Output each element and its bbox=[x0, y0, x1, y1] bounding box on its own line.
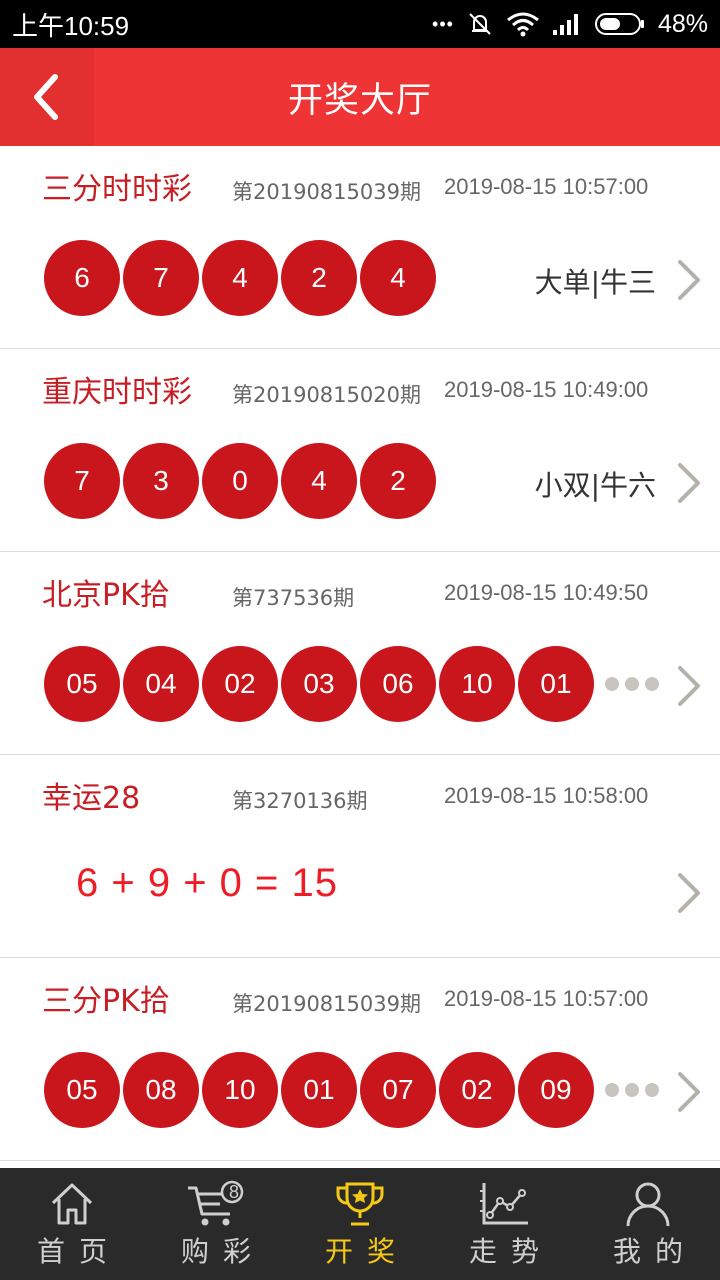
battery-level: 48% bbox=[657, 9, 708, 38]
result-ball: 6 bbox=[44, 240, 120, 316]
lottery-time: 2019-08-15 10:57:00 bbox=[444, 174, 649, 199]
more-dots-icon bbox=[605, 677, 659, 691]
ball-row: 05 08 10 01 07 02 09 bbox=[44, 1052, 659, 1128]
tab-label: 开奖 bbox=[324, 1235, 409, 1268]
lottery-issue: 第3270136期 bbox=[232, 789, 368, 813]
result-ball: 7 bbox=[123, 240, 199, 316]
tab-mine[interactable]: 我的 bbox=[576, 1168, 720, 1280]
tab-home[interactable]: 首页 bbox=[0, 1168, 144, 1280]
result-equation: 6 + 9 + 0 = 15 bbox=[76, 861, 338, 905]
lottery-card-lucky28[interactable]: 幸运28 第3270136期 2019-08-15 10:58:00 6 + 9… bbox=[0, 755, 720, 958]
trophy-icon bbox=[336, 1182, 384, 1226]
tab-label: 购彩 bbox=[180, 1235, 265, 1268]
wifi-icon bbox=[506, 11, 540, 37]
lottery-name: 幸运28 bbox=[42, 781, 141, 816]
result-ball: 05 bbox=[44, 1052, 120, 1128]
result-ball: 2 bbox=[281, 240, 357, 316]
result-ball: 3 bbox=[123, 443, 199, 519]
chevron-right-icon[interactable] bbox=[674, 664, 704, 708]
lottery-time: 2019-08-15 10:57:00 bbox=[444, 986, 649, 1011]
result-ball: 07 bbox=[360, 1052, 436, 1128]
tab-trend[interactable]: 走势 bbox=[432, 1168, 576, 1280]
lottery-name: 三分PK拾 bbox=[42, 984, 170, 1019]
lottery-name: 北京PK拾 bbox=[42, 578, 170, 613]
lottery-card-beijing-pk10[interactable]: 北京PK拾 第737536期 2019-08-15 10:49:50 05 04… bbox=[0, 552, 720, 755]
lottery-time: 2019-08-15 10:58:00 bbox=[444, 783, 649, 808]
result-ball: 09 bbox=[518, 1052, 594, 1128]
chevron-right-icon[interactable] bbox=[674, 871, 704, 915]
lottery-name: 三分时时彩 bbox=[42, 172, 192, 207]
lottery-card-sanfen-pk10[interactable]: 三分PK拾 第20190815039期 2019-08-15 10:57:00 … bbox=[0, 958, 720, 1161]
result-ball: 03 bbox=[281, 646, 357, 722]
result-ball: 02 bbox=[202, 646, 278, 722]
chevron-right-icon[interactable] bbox=[674, 461, 704, 505]
lottery-card-chongqing-ssc[interactable]: 重庆时时彩 第20190815020期 2019-08-15 10:49:00 … bbox=[0, 349, 720, 552]
lottery-list: 三分时时彩 第20190815039期 2019-08-15 10:57:00 … bbox=[0, 146, 720, 1166]
status-bar: 上午10:59 ••• 48% bbox=[0, 0, 720, 48]
lottery-issue: 第737536期 bbox=[232, 586, 355, 610]
lottery-time: 2019-08-15 10:49:00 bbox=[444, 377, 649, 402]
battery-icon bbox=[594, 11, 646, 37]
tab-buy[interactable]: 8 购彩 bbox=[144, 1168, 288, 1280]
header-bar: 开奖大厅 bbox=[0, 48, 720, 146]
result-ball: 4 bbox=[281, 443, 357, 519]
tab-label: 首页 bbox=[36, 1235, 121, 1268]
chevron-right-icon[interactable] bbox=[674, 258, 704, 302]
result-ball: 05 bbox=[44, 646, 120, 722]
lottery-issue: 第20190815020期 bbox=[232, 383, 421, 407]
status-time: 上午10:59 bbox=[12, 10, 130, 41]
tab-label: 走势 bbox=[468, 1235, 553, 1268]
result-ball: 10 bbox=[439, 646, 515, 722]
result-ball: 7 bbox=[44, 443, 120, 519]
result-ball: 01 bbox=[281, 1052, 357, 1128]
result-ball: 4 bbox=[360, 240, 436, 316]
home-icon bbox=[51, 1183, 93, 1225]
ball-row: 05 04 02 03 06 10 01 bbox=[44, 646, 659, 722]
result-ball: 2 bbox=[360, 443, 436, 519]
result-ball: 4 bbox=[202, 240, 278, 316]
more-dots-icon: ••• bbox=[432, 13, 454, 34]
more-dots-icon bbox=[605, 1083, 659, 1097]
lottery-issue: 第20190815039期 bbox=[232, 992, 421, 1016]
lottery-issue: 第20190815039期 bbox=[232, 180, 421, 204]
result-summary: 大单|牛三 bbox=[534, 266, 656, 299]
signal-icon bbox=[552, 12, 582, 36]
ball-row: 6 7 4 2 4 bbox=[44, 240, 436, 316]
result-ball: 02 bbox=[439, 1052, 515, 1128]
trend-chart-icon bbox=[480, 1183, 528, 1225]
chevron-left-icon bbox=[34, 74, 58, 120]
back-button[interactable] bbox=[0, 48, 94, 146]
user-icon bbox=[626, 1182, 670, 1227]
tab-label: 我的 bbox=[612, 1235, 697, 1268]
bottom-tab-bar: 首页 8 购彩 开奖 走势 我的 bbox=[0, 1168, 720, 1280]
result-ball: 10 bbox=[202, 1052, 278, 1128]
status-icons: ••• 48% bbox=[432, 10, 708, 39]
lottery-card-sanfen-ssc[interactable]: 三分时时彩 第20190815039期 2019-08-15 10:57:00 … bbox=[0, 146, 720, 349]
result-ball: 01 bbox=[518, 646, 594, 722]
tab-draw[interactable]: 开奖 bbox=[288, 1168, 432, 1280]
result-ball: 04 bbox=[123, 646, 199, 722]
result-ball: 08 bbox=[123, 1052, 199, 1128]
mute-icon bbox=[466, 10, 494, 38]
result-ball: 0 bbox=[202, 443, 278, 519]
lottery-time: 2019-08-15 10:49:50 bbox=[444, 580, 649, 605]
ball-row: 7 3 0 4 2 bbox=[44, 443, 436, 519]
result-summary: 小双|牛六 bbox=[534, 469, 656, 502]
result-ball: 06 bbox=[360, 646, 436, 722]
chevron-right-icon[interactable] bbox=[674, 1070, 704, 1114]
cart-badge: 8 bbox=[228, 1182, 239, 1202]
page-title: 开奖大厅 bbox=[287, 80, 432, 121]
lottery-name: 重庆时时彩 bbox=[42, 375, 192, 410]
